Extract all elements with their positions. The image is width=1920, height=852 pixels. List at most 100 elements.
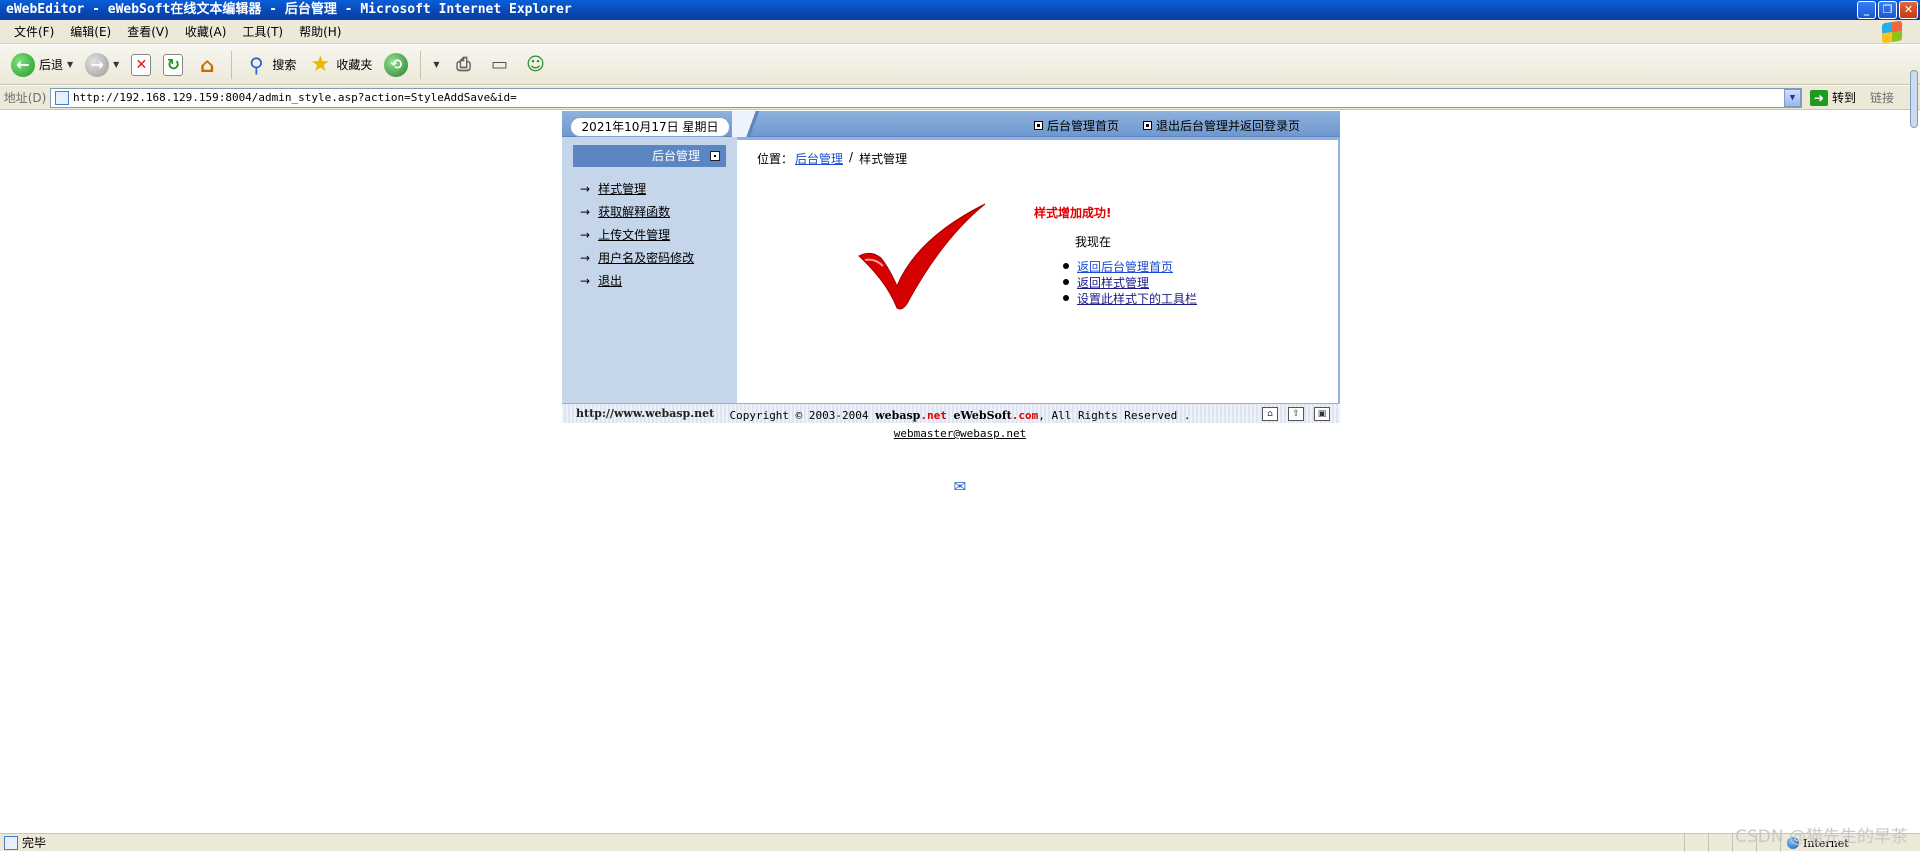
page-icon	[55, 90, 69, 105]
favorites-button[interactable]: ★ 收藏夹	[305, 49, 375, 81]
window-controls: _ ❐ ✕	[1857, 1, 1918, 19]
toolbar-separator	[231, 50, 233, 79]
sidebar-item-account: → 用户名及密码修改	[580, 246, 694, 269]
favorites-label: 收藏夹	[336, 58, 373, 72]
address-dropdown-icon[interactable]: ▼	[1784, 88, 1801, 107]
admin-home-link[interactable]: 后台管理首页	[1033, 117, 1119, 134]
stop-icon: ✕	[131, 53, 152, 76]
messenger-icon: ☺	[526, 54, 545, 75]
toolbar: ← 后退 ▼ → ▼ ✕ ↻ ⌂ ⚲ 搜索 ★ 收藏夹 ⟲ ✉ ▼ ⎙ ▭ ☺	[0, 45, 1920, 496]
search-label: 搜索	[272, 58, 297, 72]
status-cell	[1708, 834, 1732, 852]
breadcrumb-link-admin[interactable]: 后台管理	[795, 150, 843, 167]
logout-return-link[interactable]: 退出后台管理并返回登录页	[1142, 117, 1300, 134]
forward-dropdown-icon[interactable]: ▼	[113, 60, 119, 69]
sidebar-link-style-manage[interactable]: 样式管理	[598, 180, 646, 197]
menu-favorites[interactable]: 收藏(A)	[177, 23, 235, 40]
window-title: eWebEditor - eWebSoft在线文本编辑器 - 后台管理 - Mi…	[6, 2, 572, 17]
refresh-button[interactable]: ↻	[160, 49, 186, 81]
copyright-site1: webasp	[875, 409, 921, 422]
copyright-suffix: , All Rights Reserved .	[1038, 409, 1191, 422]
arrow-icon: →	[580, 273, 591, 288]
sidebar-link-account[interactable]: 用户名及密码修改	[598, 249, 694, 266]
address-input[interactable]: http://192.168.129.159:8004/admin_style.…	[50, 87, 1802, 108]
copyright-site2-tld: .com	[1011, 409, 1039, 422]
breadcrumb-separator: /	[849, 150, 854, 164]
stop-button[interactable]: ✕	[128, 49, 154, 81]
list-item: 返回样式管理	[1063, 274, 1197, 290]
forward-button[interactable]: → ▼	[82, 49, 122, 81]
menu-tools[interactable]: 工具(T)	[234, 23, 291, 40]
status-cell	[1684, 834, 1708, 852]
return-admin-home-link[interactable]: 返回后台管理首页	[1077, 258, 1173, 275]
bullet-icon	[1063, 279, 1069, 285]
arrow-icon: →	[580, 227, 591, 242]
logout-return-label: 退出后台管理并返回登录页	[1155, 119, 1300, 133]
sidebar: 后台管理 → 样式管理 → 获取解释函数 → 上传文件管理 → 用户名及密码修改…	[562, 137, 737, 403]
sidebar-item-style-manage: → 样式管理	[580, 177, 694, 200]
sidebar-item-get-function: → 获取解释函数	[580, 200, 694, 223]
sidebar-header: 后台管理	[573, 145, 726, 167]
collapse-icon[interactable]	[710, 151, 720, 161]
search-icon: ⚲	[249, 52, 264, 77]
back-button[interactable]: ← 后退 ▼	[8, 49, 76, 81]
edit-button[interactable]: ▭	[485, 49, 515, 81]
sidebar-link-logout[interactable]: 退出	[598, 272, 622, 289]
close-button[interactable]: ✕	[1899, 1, 1918, 19]
windows-logo-icon	[1882, 20, 1902, 44]
maximize-button[interactable]: ❐	[1878, 1, 1897, 19]
window-titlebar: eWebEditor - eWebSoft在线文本编辑器 - 后台管理 - Mi…	[0, 0, 1920, 20]
checkmark-icon	[858, 203, 986, 310]
address-url: http://192.168.129.159:8004/admin_style.…	[73, 91, 517, 104]
print-button[interactable]: ⎙	[449, 49, 479, 81]
home-icon: ⌂	[200, 52, 215, 77]
messenger-button[interactable]: ☺	[521, 49, 551, 81]
date-display: 2021年10月17日 星期日	[570, 117, 730, 137]
address-label: 地址(D)	[3, 91, 47, 105]
arrow-icon: →	[580, 204, 591, 219]
admin-home-label: 后台管理首页	[1046, 119, 1119, 133]
menu-view[interactable]: 查看(V)	[119, 23, 177, 40]
main-panel: 位置： 后台管理 / 样式管理 样式增加成功! 我现在 返回后台管理首页 返回样…	[737, 137, 1340, 403]
email-link[interactable]: webmaster@webasp.net	[894, 427, 1026, 440]
go-arrow-icon: ➜	[1810, 89, 1828, 106]
toolbar-separator	[420, 50, 422, 79]
contact-email: webmaster@webasp.net	[0, 427, 1920, 440]
scrollbar-thumb[interactable]	[1910, 70, 1918, 128]
copyright-site1-tld: .net	[920, 409, 947, 422]
back-dropdown-icon[interactable]: ▼	[67, 60, 73, 69]
menu-file[interactable]: 文件(F)	[6, 23, 62, 40]
list-item: 设置此样式下的工具栏	[1063, 290, 1197, 306]
sidebar-item-logout: → 退出	[580, 269, 694, 292]
star-icon: ★	[310, 52, 331, 77]
back-arrow-icon: ←	[11, 52, 35, 77]
sidebar-link-upload-manage[interactable]: 上传文件管理	[598, 226, 670, 243]
return-style-manage-link[interactable]: 返回样式管理	[1077, 274, 1149, 291]
links-button[interactable]: 链接	[1870, 89, 1894, 106]
bullet-box-icon	[1033, 121, 1043, 130]
breadcrumb-prefix: 位置：	[757, 152, 794, 166]
home-button[interactable]: ⌂	[192, 49, 222, 81]
list-item: 返回后台管理首页	[1063, 258, 1197, 274]
set-toolbar-link[interactable]: 设置此样式下的工具栏	[1077, 290, 1197, 307]
breadcrumb: 位置： 后台管理 / 样式管理	[757, 150, 907, 167]
success-message: 样式增加成功!	[1034, 206, 1112, 220]
mail-button[interactable]: ✉ ▼	[430, 49, 966, 496]
watermark: CSDN @猫先生的早茶	[1735, 827, 1908, 847]
minimize-button[interactable]: _	[1857, 1, 1876, 19]
page-content: 2021年10月17日 星期日 后台管理首页 退出后台管理并返回登录页 后台管理…	[562, 111, 1340, 441]
mail-dropdown-icon[interactable]: ▼	[433, 60, 439, 69]
edit-icon: ▭	[491, 54, 509, 75]
search-button[interactable]: ⚲ 搜索	[241, 49, 299, 81]
menu-edit[interactable]: 编辑(E)	[62, 23, 119, 40]
menu-help[interactable]: 帮助(H)	[291, 23, 349, 40]
history-button[interactable]: ⟲	[381, 49, 411, 81]
go-button[interactable]: ➜ 转到	[1810, 89, 1856, 106]
history-icon: ⟲	[384, 52, 409, 77]
sidebar-link-get-function[interactable]: 获取解释函数	[598, 203, 670, 220]
printer-icon: ⎙	[456, 54, 471, 75]
header-links: 后台管理首页 退出后台管理并返回登录页	[1033, 117, 1300, 134]
bullet-box-icon	[1142, 121, 1152, 130]
scrollbar[interactable]	[1908, 70, 1920, 130]
arrow-icon: →	[580, 250, 591, 265]
